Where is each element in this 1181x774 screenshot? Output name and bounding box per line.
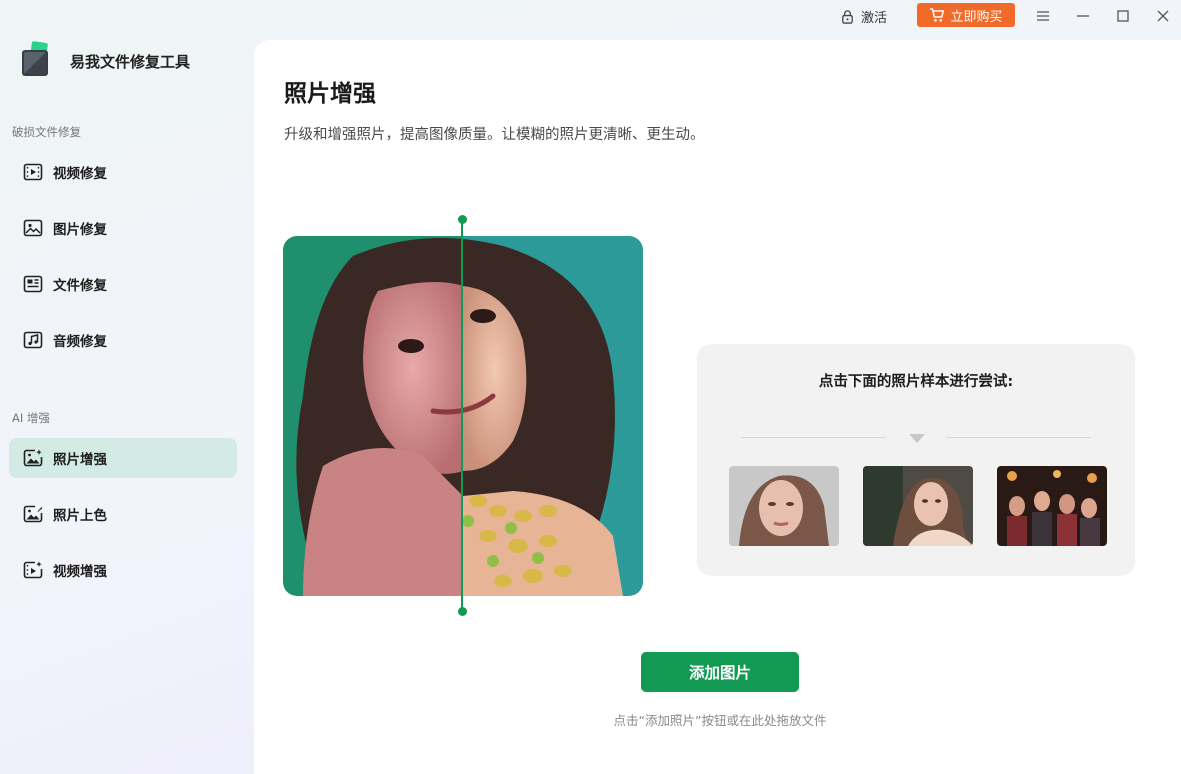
sidebar-item-video-repair[interactable]: 视频修复 [9,152,237,192]
compare-slider-bottom-dot[interactable] [458,607,467,616]
activate-button[interactable]: 激活 [840,6,887,26]
sidebar-item-video-enhance[interactable]: 视频增强 [9,550,237,590]
hamburger-menu-icon [1037,11,1049,21]
add-image-button[interactable]: 添加图片 [641,652,799,692]
video-icon [22,161,44,183]
cart-icon [930,8,945,22]
sidebar-item-photo-enhance[interactable]: 照片增强 [9,438,237,478]
photo-enhance-icon [22,447,44,469]
sidebar: 易我文件修复工具 破损文件修复 视频修复 图片修复 文件修复 音频修复 AI 增… [0,0,254,774]
close-button[interactable] [1152,5,1174,27]
sample-panel-title: 点击下面的照片样本进行尝试: [818,374,1014,390]
music-icon [22,329,44,351]
sidebar-item-label: 照片上色 [53,508,107,524]
app-title: 易我文件修复工具 [70,53,191,71]
drag-drop-hint: 点击“添加照片”按钮或在此处拖放文件 [613,713,827,728]
sample-panel: 点击下面的照片样本进行尝试: [697,344,1135,576]
main-panel: 照片增强 升级和增强照片，提高图像质量。让模糊的照片更清晰、更生动。 点击下面的… [254,40,1181,774]
before-after-preview-image [283,236,643,596]
sidebar-item-label: 视频增强 [53,564,107,580]
sidebar-item-label: 音频修复 [53,334,107,350]
app-logo [18,40,58,80]
down-arrow-icon [909,434,925,443]
compare-slider-top-dot[interactable] [458,215,467,224]
minimize-button[interactable] [1072,5,1094,27]
section-label-ai: AI 增强 [12,411,50,425]
video-enhance-icon [22,559,44,581]
compare-slider-handle[interactable] [461,219,463,612]
buy-now-label: 立即购买 [950,9,1003,25]
sidebar-item-file-repair[interactable]: 文件修复 [9,264,237,304]
lock-icon [842,9,853,24]
activate-label: 激活 [861,10,888,26]
sample-thumbnail[interactable] [729,466,839,546]
sidebar-item-photo-colorize[interactable]: 照片上色 [9,494,237,534]
menu-button[interactable] [1032,5,1054,27]
sidebar-item-label: 文件修复 [53,278,107,294]
sidebar-item-label: 照片增强 [53,452,107,468]
sample-thumbnail[interactable] [997,466,1107,546]
sidebar-item-label: 图片修复 [53,222,107,238]
close-icon [1157,10,1169,22]
section-label-repair: 破损文件修复 [12,125,81,139]
divider [947,437,1091,438]
page-title: 照片增强 [284,81,376,107]
minimize-icon [1077,15,1089,17]
page-subtitle: 升级和增强照片，提高图像质量。让模糊的照片更清晰、更生动。 [284,127,705,143]
sidebar-item-image-repair[interactable]: 图片修复 [9,208,237,248]
sample-thumbnail[interactable] [863,466,973,546]
maximize-icon [1117,10,1129,22]
divider [741,437,885,438]
photo-colorize-icon [22,503,44,525]
maximize-button[interactable] [1112,5,1134,27]
document-icon [22,273,44,295]
buy-now-button[interactable]: 立即购买 [917,3,1015,27]
image-icon [22,217,44,239]
sidebar-item-label: 视频修复 [53,166,107,182]
sidebar-item-audio-repair[interactable]: 音频修复 [9,320,237,360]
